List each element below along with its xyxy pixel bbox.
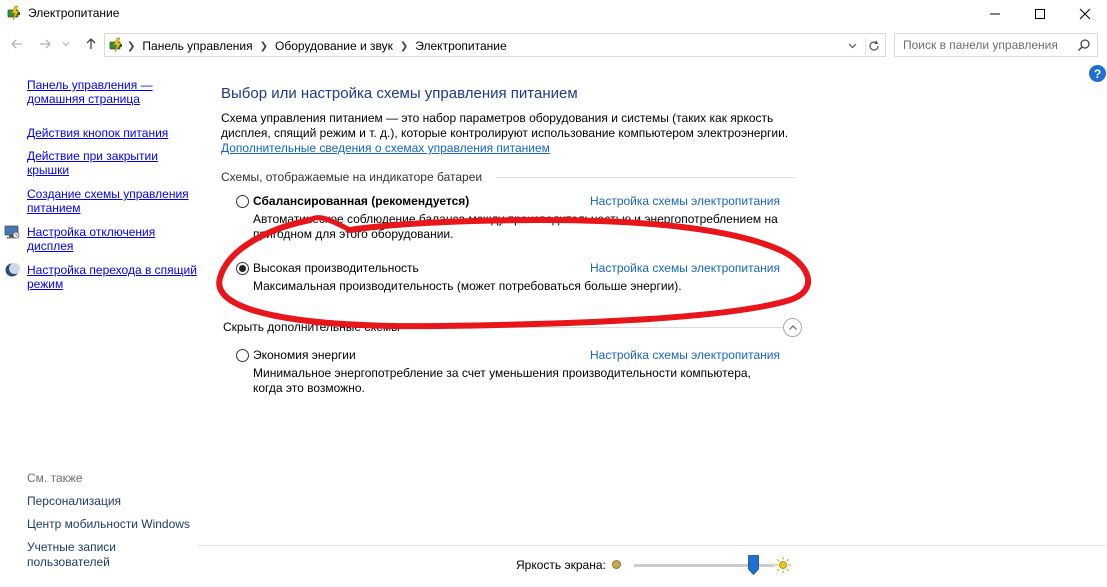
page-description: Схема управления питанием — это набор па… [221,111,789,140]
chevron-down-icon [62,42,70,47]
arrow-up-icon [86,38,96,49]
question-mark-icon: ? [1093,66,1102,81]
minimize-button[interactable] [972,0,1018,28]
sidebar-item-label[interactable]: Создание схемы управления питанием [27,187,189,215]
maximize-icon [1035,9,1045,19]
plan-high-performance-settings-link[interactable]: Настройка схемы электропитания [590,261,780,275]
sidebar-item-label[interactable]: Панель управления — домашняя страница [27,78,153,106]
help-button[interactable]: ? [1089,65,1106,82]
chevron-up-icon [788,324,797,330]
moon-icon [5,263,20,277]
sidebar-item-label[interactable]: Настройка перехода в спящий режим [27,263,197,291]
brightness-slider-thumb[interactable] [747,555,759,575]
plan-power-saver-settings-link[interactable]: Настройка схемы электропитания [590,348,780,362]
hide-additional-plans-label[interactable]: Скрыть дополнительные схемы [223,320,400,334]
brightness-low-icon [612,560,621,569]
refresh-button[interactable] [865,38,881,54]
search-input[interactable] [903,37,1073,53]
brightness-label: Яркость экрана: [516,558,606,572]
minimize-icon [990,13,1000,15]
see-also-heading: См. также [27,471,83,485]
plan-balanced-radio[interactable] [236,195,249,208]
monitor-icon [4,225,20,239]
chevron-right-icon: ❯ [399,40,409,52]
divider [496,177,796,178]
breadcrumb: ❯ Панель управления ❯ Оборудование и зву… [127,39,507,53]
power-options-icon [109,37,122,53]
address-dropdown-button[interactable] [845,38,859,52]
forward-button[interactable] [36,35,54,53]
sidebar-item-label[interactable]: Действия кнопок питания [27,126,168,140]
see-also-personalization[interactable]: Персонализация [27,494,197,509]
more-info-link[interactable]: Дополнительные сведения о схемах управле… [221,141,550,155]
see-also-user-accounts[interactable]: Учетные записи пользователей [27,540,137,570]
breadcrumb-control-panel[interactable]: Панель управления [142,39,252,53]
chevron-down-icon [848,43,856,48]
collapse-button[interactable] [783,318,802,337]
sidebar-item-display-off[interactable]: Настройка отключения дисплея [27,225,197,253]
divider [395,327,783,328]
close-icon [1079,8,1091,20]
plan-description: Минимальное энергопотребление за счет ум… [253,366,751,395]
page-title: Выбор или настройка схемы управления пит… [221,85,578,102]
see-also-mobility-center[interactable]: Центр мобильности Windows [27,517,197,532]
plan-description: Автоматическое соблюдение баланса между … [253,212,778,241]
brightness-high-icon [775,557,791,573]
plan-name[interactable]: Сбалансированная (рекомендуется) [253,194,469,208]
sidebar-item-lid-close[interactable]: Действие при закрытии крышки [27,149,197,177]
title-bar: Электропитание [0,0,1107,28]
plan-description: Максимальная производительность (может п… [253,279,682,293]
chevron-right-icon: ❯ [127,40,136,52]
plan-name[interactable]: Экономия энергии [253,348,356,362]
maximize-button[interactable] [1017,0,1063,28]
plan-high-performance-radio[interactable] [236,262,249,275]
plan-balanced-settings-link[interactable]: Настройка схемы электропитания [590,194,780,208]
address-bar[interactable]: ❯ Панель управления ❯ Оборудование и зву… [104,33,886,57]
breadcrumb-power-options[interactable]: Электропитание [415,39,506,53]
sidebar-item-power-buttons[interactable]: Действия кнопок питания [27,126,197,140]
arrow-right-icon [40,39,51,49]
power-options-icon [7,5,20,21]
refresh-icon [868,40,879,51]
sidebar-item-label[interactable]: Действие при закрытии крышки [27,149,158,177]
sidebar-item-label[interactable]: Настройка отключения дисплея [27,225,155,253]
sidebar-item-sleep[interactable]: Настройка перехода в спящий режим [27,263,197,291]
sidebar-item-create-plan[interactable]: Создание схемы управления питанием [27,187,197,215]
battery-plans-heading: Схемы, отображаемые на индикаторе батаре… [221,170,483,184]
plan-name[interactable]: Высокая производительность [253,261,419,275]
close-button[interactable] [1062,0,1107,28]
window-title: Электропитание [28,6,120,20]
sidebar-item-control-panel-home[interactable]: Панель управления — домашняя страница [27,78,197,106]
back-button[interactable] [8,35,26,53]
up-button[interactable] [82,35,100,53]
navigation-bar: ❯ Панель управления ❯ Оборудование и зву… [0,31,1107,59]
recent-locations-button[interactable] [60,35,72,53]
search-icon[interactable] [1077,38,1091,52]
breadcrumb-hardware-and-sound[interactable]: Оборудование и звук [275,39,393,53]
plan-power-saver-radio[interactable] [236,349,249,362]
arrow-left-icon [11,39,22,49]
search-box[interactable] [894,33,1098,57]
chevron-right-icon: ❯ [259,40,269,52]
